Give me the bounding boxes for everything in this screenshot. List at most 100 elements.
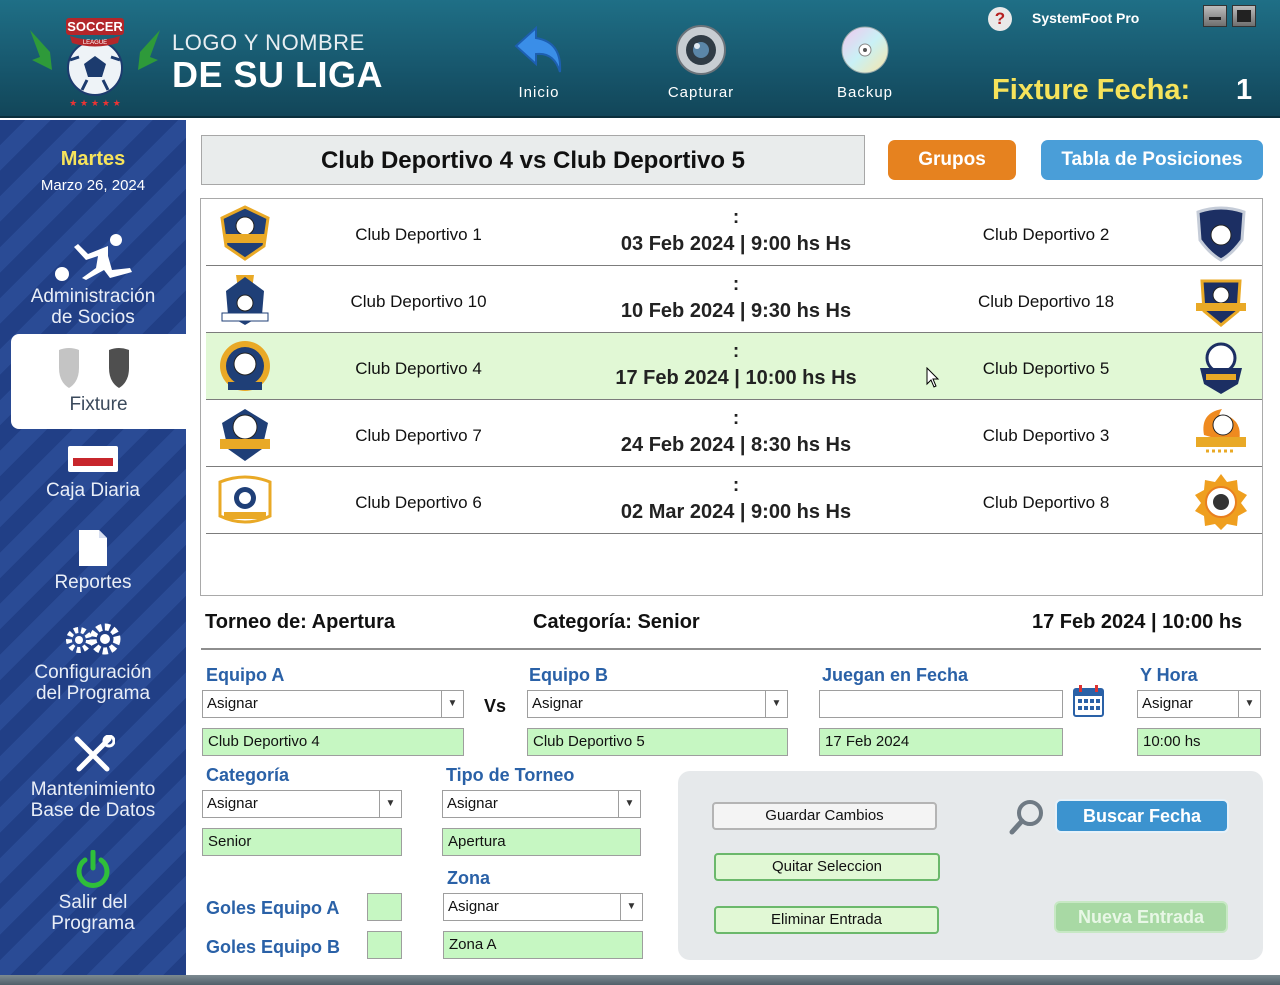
- zona-select-value: Asignar: [448, 898, 499, 915]
- team-b-name: Club Deportivo 5: [982, 359, 1110, 378]
- shields-icon: [58, 348, 129, 388]
- eliminar-entrada-button[interactable]: Eliminar Entrada: [714, 906, 939, 934]
- team-crest-icon: [1195, 474, 1247, 530]
- app-header: SOCCER LEAGUE ★ ★ ★ ★ ★ LOGO Y NOMBRE DE…: [0, 0, 1280, 118]
- calendar-icon[interactable]: [1072, 684, 1105, 718]
- sidebar-item-salir-label2: Programa: [51, 913, 135, 934]
- nueva-entrada-button[interactable]: Nueva Entrada: [1054, 901, 1228, 933]
- team-b-name: Club Deportivo 8: [982, 493, 1110, 512]
- inicio-button[interactable]: Inicio: [494, 24, 584, 101]
- team-crest-icon: [1196, 279, 1246, 327]
- sidebar-item-socios-label1: Administración: [30, 286, 156, 307]
- buscar-fecha-button[interactable]: Buscar Fecha: [1055, 799, 1229, 833]
- categoria-label: Categoría: [206, 765, 290, 785]
- current-date: Marzo 26, 2024: [40, 177, 146, 194]
- sidebar-item-mantenimiento-label1: Mantenimiento: [30, 779, 156, 800]
- sidebar-item-configuracion[interactable]: Configuración del Programa: [0, 622, 186, 704]
- svg-text:LEAGUE: LEAGUE: [83, 40, 107, 46]
- tipo-torneo-label: Tipo de Torneo: [446, 765, 575, 785]
- hora-select[interactable]: Asignar ▼: [1137, 690, 1261, 718]
- categoria-info: Categoría: Senior: [533, 611, 700, 633]
- sidebar-item-fixture[interactable]: Fixture: [11, 334, 186, 429]
- fecha-value: 17 Feb 2024: [819, 728, 1063, 756]
- chevron-down-icon: ▼: [441, 691, 463, 717]
- equipo-a-select[interactable]: Asignar ▼: [202, 690, 464, 718]
- chevron-down-icon: ▼: [1238, 691, 1260, 717]
- equipo-b-select[interactable]: Asignar ▼: [527, 690, 788, 718]
- team-b-name: Club Deportivo 3: [982, 426, 1110, 445]
- team-b-name: Club Deportivo 2: [982, 225, 1110, 244]
- goles-b-input[interactable]: [367, 931, 402, 959]
- sidebar-item-salir-label1: Salir del: [58, 892, 128, 913]
- sidebar-item-reportes[interactable]: Reportes: [0, 528, 186, 593]
- goles-b-label: Goles Equipo B: [206, 937, 341, 957]
- tipo-torneo-value: Apertura: [442, 828, 641, 856]
- tipo-torneo-select[interactable]: Asignar ▼: [442, 790, 641, 818]
- sidebar-item-configuracion-label2: del Programa: [35, 683, 151, 704]
- match-row[interactable]: Club Deportivo 10 : 10 Feb 2024 | 9:30 h…: [206, 266, 1262, 333]
- match-score: :: [732, 207, 740, 228]
- sidebar-item-caja-label: Caja Diaria: [46, 480, 140, 501]
- sidebar-item-mantenimiento-label2: Base de Datos: [30, 800, 156, 821]
- search-icon[interactable]: [1008, 798, 1046, 836]
- zona-select[interactable]: Asignar ▼: [443, 893, 643, 921]
- goles-a-input[interactable]: [367, 893, 402, 921]
- team-a-name: Club Deportivo 10: [350, 292, 487, 311]
- match-score: :: [732, 475, 740, 496]
- sidebar-item-caja[interactable]: Caja Diaria: [0, 442, 186, 501]
- team-crest-icon: [220, 205, 270, 261]
- equipo-b-label: Equipo B: [529, 665, 608, 685]
- league-name-line2: DE SU LIGA: [172, 54, 384, 95]
- match-row[interactable]: Club Deportivo 6 : 02 Mar 2024 | 9:00 hs…: [206, 467, 1262, 534]
- match-row[interactable]: Club Deportivo 7 : 24 Feb 2024 | 8:30 hs…: [206, 400, 1262, 467]
- match-score: :: [732, 408, 740, 429]
- capturar-button[interactable]: Capturar: [656, 24, 746, 101]
- match-datetime: 17 Feb 2024 | 10:00 hs Hs: [615, 367, 857, 389]
- help-icon[interactable]: ?: [988, 7, 1012, 31]
- match-row-selected[interactable]: Club Deportivo 4 : 17 Feb 2024 | 10:00 h…: [206, 333, 1262, 400]
- sidebar-item-mantenimiento[interactable]: Mantenimiento Base de Datos: [0, 735, 186, 821]
- match-score: :: [732, 341, 740, 362]
- team-crest-icon: [1200, 342, 1242, 394]
- guardar-cambios-button[interactable]: Guardar Cambios: [712, 802, 937, 830]
- window-bottom-border: [0, 975, 1280, 985]
- report-icon: [79, 530, 107, 566]
- zona-label: Zona: [447, 868, 490, 888]
- inicio-label: Inicio: [518, 84, 560, 101]
- mouse-cursor-icon: [926, 367, 940, 388]
- capturar-label: Capturar: [667, 84, 735, 101]
- soccer-player-icon: [55, 234, 132, 281]
- minimize-button[interactable]: [1203, 5, 1227, 27]
- match-row[interactable]: Club Deportivo 1 : 03 Feb 2024 | 9:00 hs…: [206, 199, 1262, 266]
- tabla-posiciones-button[interactable]: Tabla de Posiciones: [1041, 140, 1263, 180]
- team-crest-icon: [218, 475, 272, 524]
- power-icon: [76, 850, 110, 888]
- team-a-name: Club Deportivo 6: [355, 493, 482, 512]
- fecha-input[interactable]: [819, 690, 1063, 718]
- sidebar: Martes Marzo 26, 2024 Administración de …: [0, 120, 186, 975]
- categoria-select[interactable]: Asignar ▼: [202, 790, 402, 818]
- sidebar-item-salir[interactable]: Salir del Programa: [0, 850, 186, 934]
- backup-button[interactable]: Backup: [820, 24, 910, 101]
- equipo-a-label: Equipo A: [206, 665, 285, 685]
- league-logo: SOCCER LEAGUE ★ ★ ★ ★ ★: [30, 12, 160, 109]
- team-crest-icon: [1196, 206, 1246, 262]
- hora-label: Y Hora: [1140, 665, 1198, 685]
- maximize-button[interactable]: [1232, 5, 1256, 27]
- sidebar-item-socios[interactable]: Administración de Socios: [0, 232, 186, 328]
- vs-label: Vs: [484, 696, 507, 716]
- grupos-button[interactable]: Grupos: [888, 140, 1016, 180]
- chevron-down-icon: ▼: [618, 791, 640, 817]
- match-title: Club Deportivo 4 vs Club Deportivo 5: [201, 135, 865, 185]
- svg-text:SOCCER: SOCCER: [67, 19, 123, 34]
- disc-icon: [841, 26, 889, 74]
- team-a-name: Club Deportivo 4: [355, 359, 482, 378]
- team-crest-icon: [220, 409, 270, 461]
- undo-arrow-icon: [514, 25, 562, 73]
- sidebar-item-configuracion-label1: Configuración: [34, 662, 152, 683]
- match-datetime: 24 Feb 2024 | 8:30 hs Hs: [620, 434, 852, 456]
- categoria-value: Senior: [202, 828, 402, 856]
- quitar-seleccion-button[interactable]: Quitar Seleccion: [714, 853, 940, 881]
- fixture-fecha-number: 1: [1236, 74, 1253, 106]
- match-list[interactable]: Club Deportivo 1 : 03 Feb 2024 | 9:00 hs…: [200, 198, 1263, 596]
